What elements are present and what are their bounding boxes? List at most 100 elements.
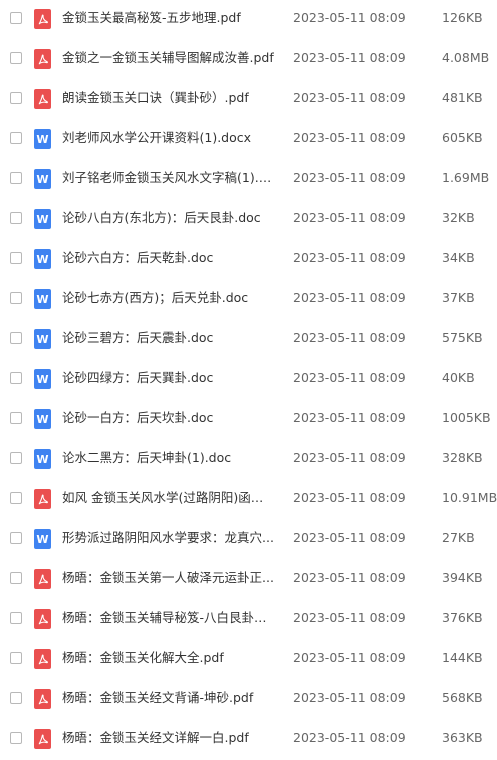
file-date: 2023-05-11 08:09: [293, 90, 406, 105]
file-name-link[interactable]: 朗读金锁玉关口诀（巽卦砂）.pdf: [62, 89, 274, 107]
word-file-icon: W: [34, 289, 51, 309]
file-row[interactable]: W 刘子铭老师金锁玉关风水文字稿(1).doc... 2023-05-11 08:0…: [0, 160, 497, 200]
word-glyph: W: [36, 532, 49, 546]
file-date: 2023-05-11 08:09: [293, 210, 406, 225]
file-size: 1.69MB: [442, 170, 490, 185]
word-file-icon: W: [34, 209, 51, 229]
word-glyph: W: [36, 212, 49, 226]
file-checkbox[interactable]: [10, 292, 22, 304]
word-glyph: W: [36, 332, 49, 346]
file-row[interactable]: W 形势派过路阴阳风水学要求：龙真穴... 2023-05-11 08:09 27KB: [0, 520, 497, 560]
file-row[interactable]: W 论砂三碧方：后天震卦.doc 2023-05-11 08:09 575KB: [0, 320, 497, 360]
file-checkbox[interactable]: [10, 732, 22, 744]
file-name-link[interactable]: 论水二黑方：后天坤卦(1).doc: [62, 449, 274, 467]
file-checkbox[interactable]: [10, 212, 22, 224]
pdf-file-icon: [34, 649, 51, 669]
file-name-link[interactable]: 如风 金锁玉关风水学(过路阴阳)函授...: [62, 489, 274, 507]
file-row[interactable]: 杨晤：金锁玉关第一人破泽元运卦正... 2023-05-11 08:09 394KB: [0, 560, 497, 600]
file-row[interactable]: W 刘老师风水学公开课资料(1).docx 2023-05-11 08:09 605K…: [0, 120, 497, 160]
file-size: 144KB: [442, 650, 483, 665]
file-size: 568KB: [442, 690, 483, 705]
file-row[interactable]: W 论砂六白方：后天乾卦.doc 2023-05-11 08:09 34KB: [0, 240, 497, 280]
file-date: 2023-05-11 08:09: [293, 610, 406, 625]
word-glyph: W: [36, 292, 49, 306]
pdf-file-icon: [34, 729, 51, 749]
file-checkbox[interactable]: [10, 52, 22, 64]
word-file-icon: W: [34, 369, 51, 389]
file-checkbox[interactable]: [10, 532, 22, 544]
file-checkbox[interactable]: [10, 692, 22, 704]
file-name-link[interactable]: 杨晤：金锁玉关经文详解一白.pdf: [62, 729, 274, 747]
file-size: 376KB: [442, 610, 483, 625]
file-checkbox[interactable]: [10, 252, 22, 264]
file-date: 2023-05-11 08:09: [293, 410, 406, 425]
file-row[interactable]: 杨晤：金锁玉关化解大全.pdf 2023-05-11 08:09 144KB: [0, 640, 497, 680]
file-size: 1005KB: [442, 410, 491, 425]
file-checkbox[interactable]: [10, 92, 22, 104]
file-row[interactable]: W 论砂八白方(东北方)：后天艮卦.doc 2023-05-11 08:09 32KB: [0, 200, 497, 240]
file-date: 2023-05-11 08:09: [293, 450, 406, 465]
file-row[interactable]: W 论砂七赤方(西方)；后天兑卦.doc 2023-05-11 08:09 37KB: [0, 280, 497, 320]
word-glyph: W: [36, 132, 49, 146]
file-row[interactable]: 金锁之一金锁玉关辅导图解成汝善.pdf 2023-05-11 08:09 4.08M…: [0, 40, 497, 80]
file-row[interactable]: 金锁玉关最高秘笈-五步地理.pdf 2023-05-11 08:09 126KB: [0, 0, 497, 40]
file-name-link[interactable]: 论砂四绿方：后天巽卦.doc: [62, 369, 274, 387]
file-size: 328KB: [442, 450, 483, 465]
file-size: 10.91MB: [442, 490, 497, 505]
file-name-link[interactable]: 金锁之一金锁玉关辅导图解成汝善.pdf: [62, 49, 274, 67]
file-name-link[interactable]: 刘子铭老师金锁玉关风水文字稿(1).doc...: [62, 169, 274, 187]
file-size: 605KB: [442, 130, 483, 145]
file-name-link[interactable]: 杨晤：金锁玉关第一人破泽元运卦正...: [62, 569, 274, 587]
word-file-icon: W: [34, 449, 51, 469]
file-size: 394KB: [442, 570, 483, 585]
file-date: 2023-05-11 08:09: [293, 370, 406, 385]
file-checkbox[interactable]: [10, 12, 22, 24]
file-row[interactable]: W 论砂四绿方：后天巽卦.doc 2023-05-11 08:09 40KB: [0, 360, 497, 400]
file-date: 2023-05-11 08:09: [293, 650, 406, 665]
file-name-link[interactable]: 论砂一白方：后天坎卦.doc: [62, 409, 274, 427]
file-name-link[interactable]: 论砂七赤方(西方)；后天兑卦.doc: [62, 289, 274, 307]
file-name-link[interactable]: 杨晤：金锁玉关经文背诵-坤砂.pdf: [62, 689, 274, 707]
word-file-icon: W: [34, 409, 51, 429]
file-size: 481KB: [442, 90, 483, 105]
file-checkbox[interactable]: [10, 412, 22, 424]
file-date: 2023-05-11 08:09: [293, 330, 406, 345]
file-size: 37KB: [442, 290, 475, 305]
file-date: 2023-05-11 08:09: [293, 570, 406, 585]
file-checkbox[interactable]: [10, 372, 22, 384]
file-name-link[interactable]: 论砂八白方(东北方)：后天艮卦.doc: [62, 209, 274, 227]
word-glyph: W: [36, 452, 49, 466]
file-checkbox[interactable]: [10, 652, 22, 664]
word-glyph: W: [36, 252, 49, 266]
file-row[interactable]: 杨晤：金锁玉关经文背诵-坤砂.pdf 2023-05-11 08:09 568KB: [0, 680, 497, 720]
file-date: 2023-05-11 08:09: [293, 490, 406, 505]
file-name-link[interactable]: 金锁玉关最高秘笈-五步地理.pdf: [62, 9, 274, 27]
file-checkbox[interactable]: [10, 612, 22, 624]
word-file-icon: W: [34, 329, 51, 349]
file-checkbox[interactable]: [10, 132, 22, 144]
file-name-link[interactable]: 论砂三碧方：后天震卦.doc: [62, 329, 274, 347]
file-checkbox[interactable]: [10, 332, 22, 344]
file-size: 363KB: [442, 730, 483, 745]
file-row[interactable]: W 论水二黑方：后天坤卦(1).doc 2023-05-11 08:09 328KB: [0, 440, 497, 480]
file-checkbox[interactable]: [10, 452, 22, 464]
file-name-link[interactable]: 形势派过路阴阳风水学要求：龙真穴...: [62, 529, 274, 547]
pdf-file-icon: [34, 49, 51, 69]
file-date: 2023-05-11 08:09: [293, 130, 406, 145]
file-name-link[interactable]: 论砂六白方：后天乾卦.doc: [62, 249, 274, 267]
file-name-link[interactable]: 杨晤：金锁玉关化解大全.pdf: [62, 649, 274, 667]
file-size: 4.08MB: [442, 50, 490, 65]
file-row[interactable]: 朗读金锁玉关口诀（巽卦砂）.pdf 2023-05-11 08:09 481KB: [0, 80, 497, 120]
word-glyph: W: [36, 412, 49, 426]
file-row[interactable]: 如风 金锁玉关风水学(过路阴阳)函授... 2023-05-11 08:09 10.…: [0, 480, 497, 520]
file-name-link[interactable]: 刘老师风水学公开课资料(1).docx: [62, 129, 274, 147]
file-checkbox[interactable]: [10, 572, 22, 584]
file-size: 126KB: [442, 10, 483, 25]
file-name-link[interactable]: 杨晤：金锁玉关辅导秘笈-八白艮卦水....: [62, 609, 274, 627]
file-row[interactable]: 杨晤：金锁玉关经文详解一白.pdf 2023-05-11 08:09 363KB: [0, 720, 497, 760]
word-file-icon: W: [34, 129, 51, 149]
file-row[interactable]: W 论砂一白方：后天坎卦.doc 2023-05-11 08:09 1005KB: [0, 400, 497, 440]
file-checkbox[interactable]: [10, 492, 22, 504]
file-row[interactable]: 杨晤：金锁玉关辅导秘笈-八白艮卦水.... 2023-05-11 08:09 376…: [0, 600, 497, 640]
file-checkbox[interactable]: [10, 172, 22, 184]
